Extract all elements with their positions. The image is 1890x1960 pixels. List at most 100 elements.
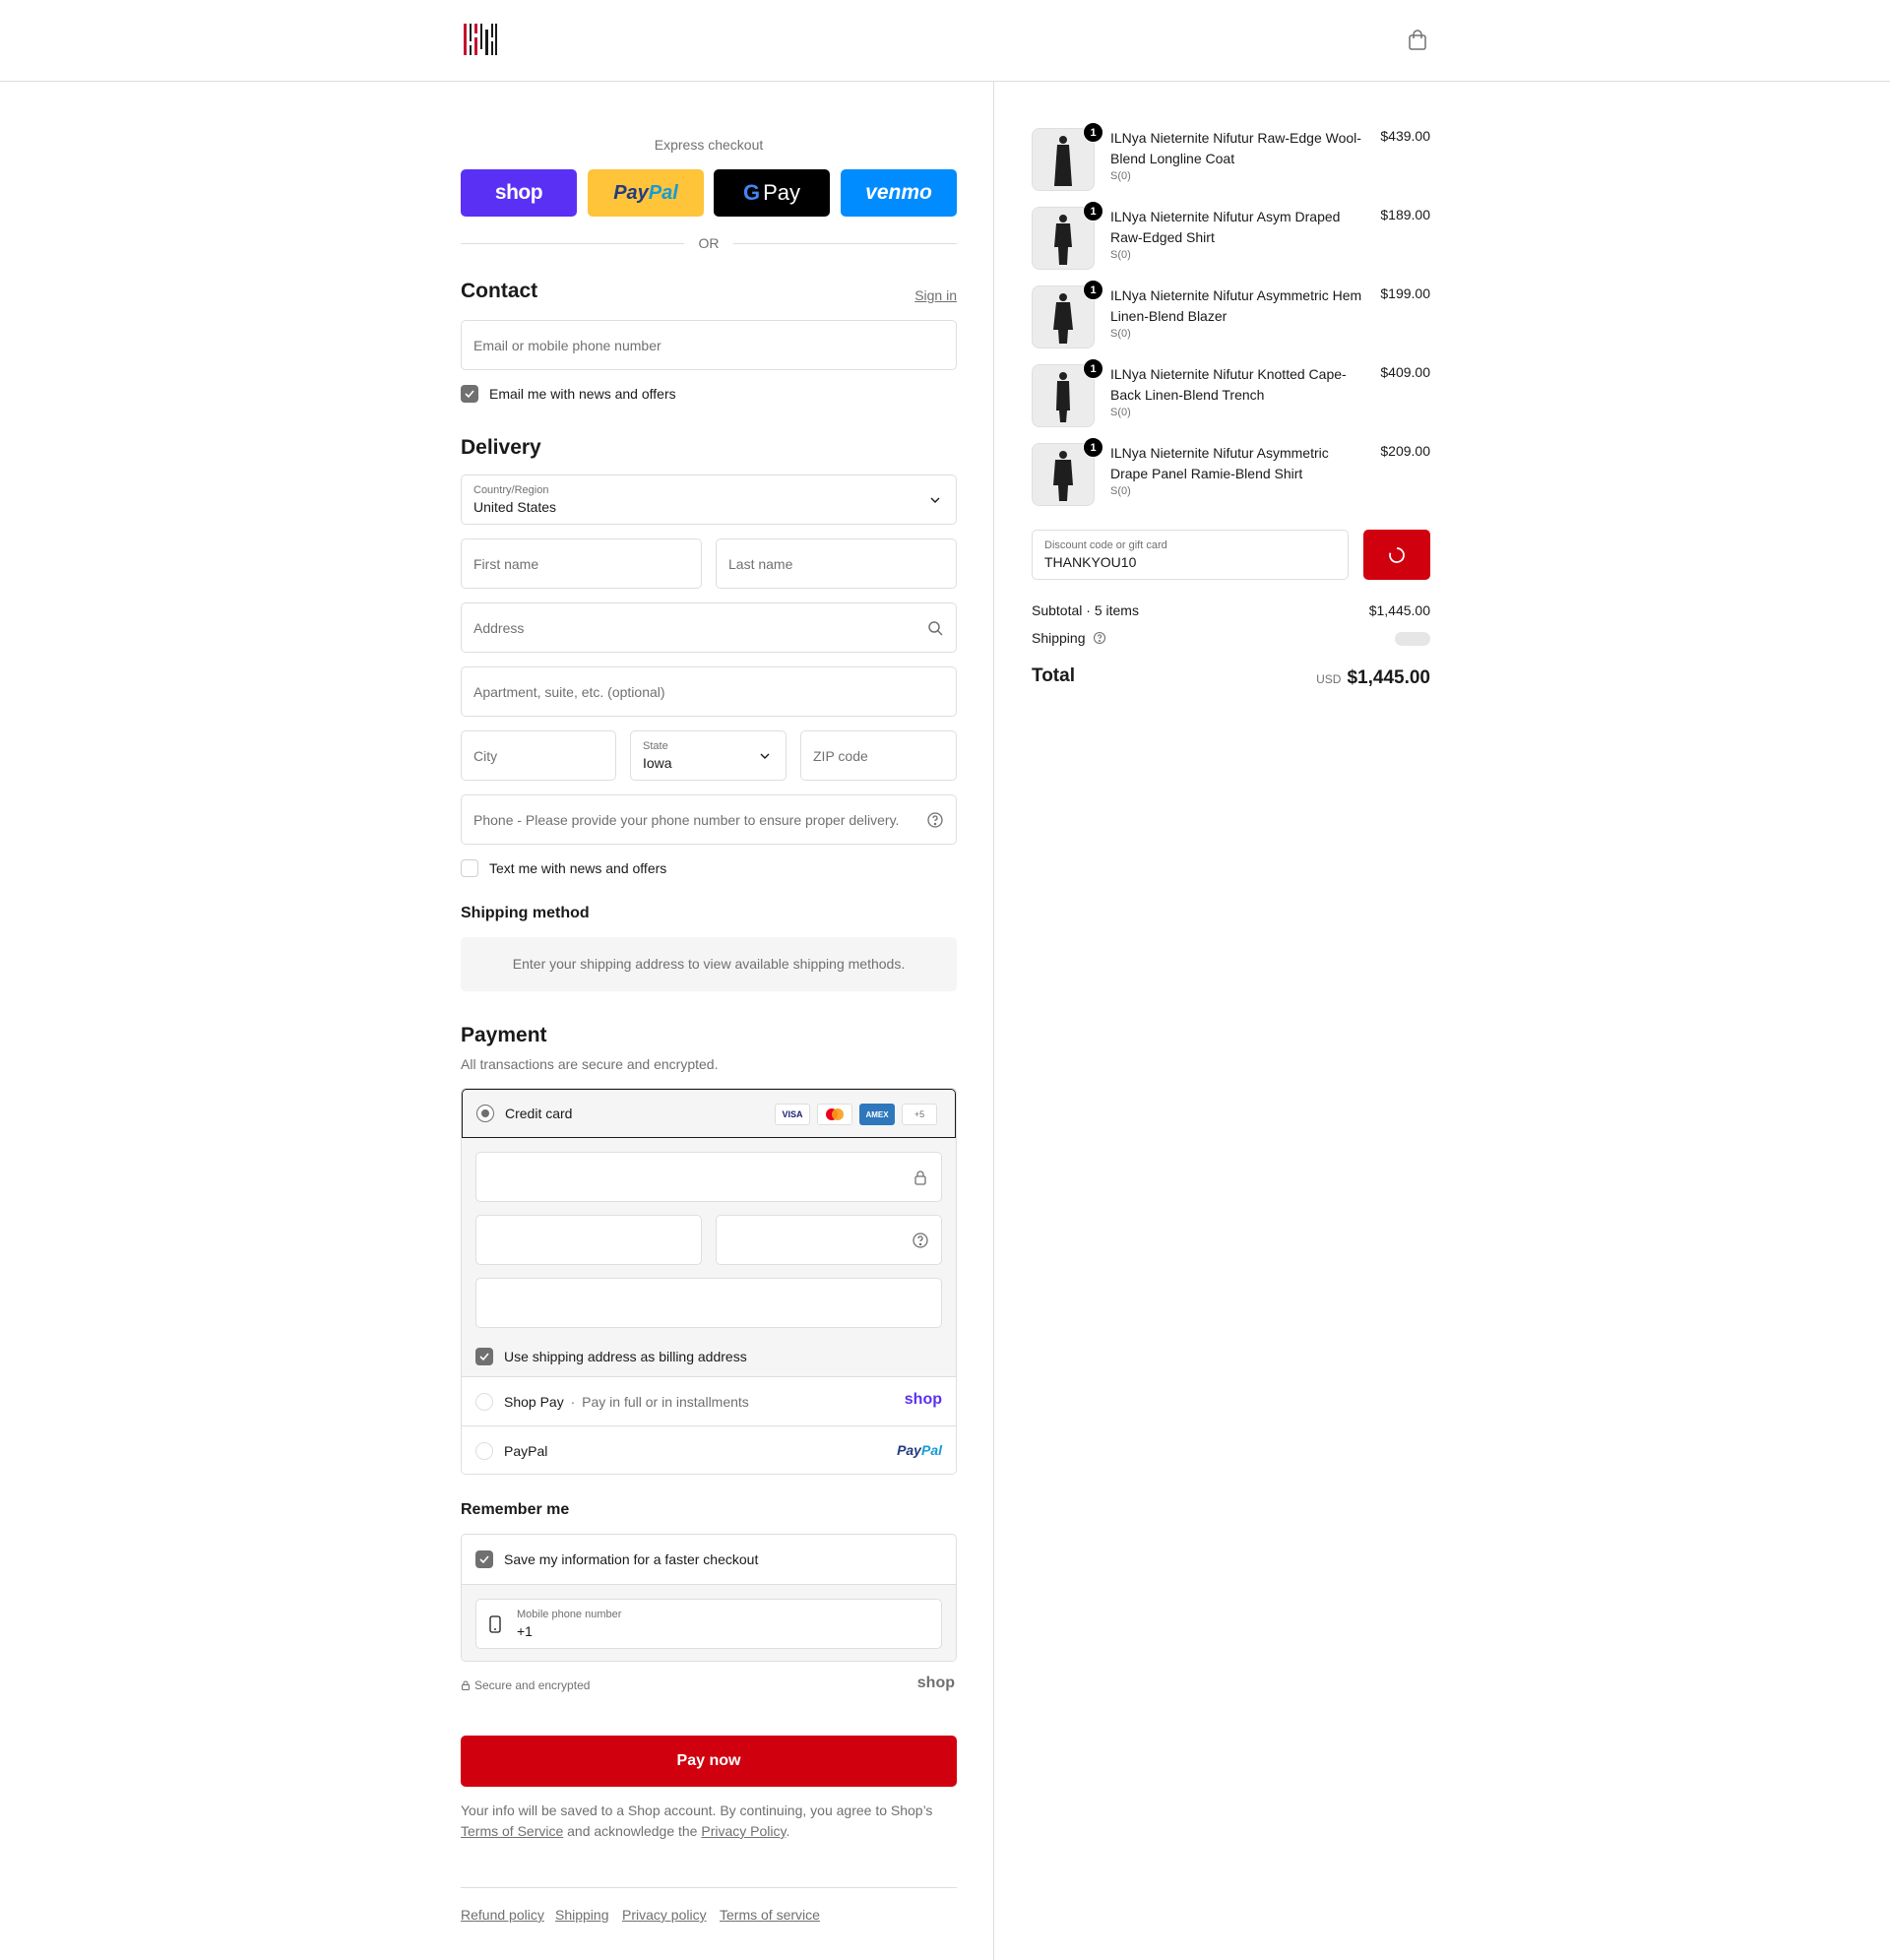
checkmark-icon	[479, 1353, 489, 1361]
last-name-placeholder: Last name	[728, 556, 793, 572]
remember-me-details: Mobile phone number +1	[462, 1584, 956, 1661]
apply-discount-button[interactable]	[1363, 530, 1430, 580]
pay-now-button[interactable]: Pay now	[461, 1736, 957, 1787]
footer-shipping[interactable]: Shipping	[555, 1907, 609, 1923]
cart-item: 1 ILNya Nieternite Nifutur Raw-Edge Wool…	[1032, 122, 1430, 193]
store-logo[interactable]	[463, 22, 498, 57]
email-news-checkbox[interactable]	[461, 385, 478, 403]
shop-terms-link[interactable]: Terms of Service	[461, 1823, 563, 1839]
state-label: State	[643, 740, 668, 752]
city-field[interactable]: City	[461, 730, 616, 781]
venmo-button[interactable]: venmo	[841, 169, 957, 217]
last-name-field[interactable]: Last name	[716, 538, 957, 589]
item-price: $209.00	[1380, 443, 1430, 459]
security-code-field[interactable]	[716, 1215, 942, 1265]
paypal-option[interactable]: PayPal PayPal	[462, 1426, 956, 1474]
delivery-heading: Delivery	[461, 436, 541, 459]
express-checkout-title: Express checkout	[654, 137, 764, 153]
sign-in-link[interactable]: Sign in	[914, 287, 957, 303]
checkmark-icon	[465, 390, 474, 399]
item-variant: S(0)	[1110, 249, 1131, 261]
paypal-logo-a: Pay	[897, 1442, 921, 1458]
discount-value: THANKYOU10	[1044, 554, 1137, 570]
help-icon[interactable]	[926, 811, 944, 829]
subtotal-row: Subtotal · 5 items $1,445.00	[1032, 602, 1430, 618]
lock-icon	[914, 1170, 926, 1185]
shop-logo: shop	[916, 1675, 955, 1691]
legal-text-a: Your info will be saved to a Shop accoun…	[461, 1802, 933, 1818]
paypal-button[interactable]: Pay Pal	[588, 169, 704, 217]
mobile-phone-field[interactable]: Mobile phone number +1	[475, 1599, 942, 1649]
billing-same-label: Use shipping address as billing address	[504, 1349, 747, 1364]
google-pay-button[interactable]: G Pay	[714, 169, 830, 217]
zip-placeholder: ZIP code	[813, 748, 868, 764]
chevron-down-icon	[930, 497, 940, 503]
subtotal-label: Subtotal · 5 items	[1032, 602, 1139, 618]
paypal-radio[interactable]	[475, 1442, 493, 1460]
footer-refund-policy[interactable]: Refund policy	[461, 1907, 544, 1923]
footer-privacy-policy[interactable]: Privacy policy	[622, 1907, 707, 1923]
help-icon[interactable]	[1093, 631, 1106, 645]
item-name: ILNya Nieternite Nifutur Asymmetric Drap…	[1110, 445, 1329, 481]
total-row: Total USD $1,445.00	[1032, 665, 1430, 695]
email-news-label: Email me with news and offers	[489, 386, 676, 402]
divider-line-right	[733, 243, 957, 244]
shopping-bag-icon[interactable]	[1408, 30, 1427, 51]
cart-item: 1 ILNya Nieternite Nifutur Asymmetric Dr…	[1032, 437, 1430, 508]
city-placeholder: City	[473, 748, 498, 764]
quantity-badge: 1	[1083, 201, 1103, 221]
cart-item: 1 ILNya Nieternite Nifutur Knotted Cape-…	[1032, 358, 1430, 429]
paypal-label-b: Pal	[648, 181, 678, 204]
first-name-placeholder: First name	[473, 556, 539, 572]
address-field[interactable]: Address	[461, 602, 957, 653]
expiration-field[interactable]	[475, 1215, 702, 1265]
country-select[interactable]: Country/Region United States	[461, 474, 957, 525]
shop-pay-option[interactable]: Shop Pay · Pay in full or in installment…	[462, 1377, 956, 1426]
email-placeholder: Email or mobile phone number	[473, 338, 662, 353]
loading-spinner-icon	[1389, 546, 1405, 563]
text-news-checkbox[interactable]	[461, 859, 478, 877]
phone-field[interactable]: Phone - Please provide your phone number…	[461, 794, 957, 845]
shipping-loading-placeholder	[1395, 632, 1430, 646]
state-select[interactable]: State Iowa	[630, 730, 787, 781]
discount-code-field[interactable]: Discount code or gift card THANKYOU10	[1032, 530, 1349, 580]
item-name: ILNya Nieternite Nifutur Knotted Cape-Ba…	[1110, 366, 1347, 403]
item-variant: S(0)	[1110, 485, 1131, 497]
shop-pay-button[interactable]: shop	[461, 169, 577, 217]
shop-pay-name: Shop Pay	[504, 1394, 564, 1410]
shop-pay-label: Shop Pay · Pay in full or in installment…	[504, 1394, 749, 1410]
or-divider: OR	[461, 233, 957, 253]
footer-terms-of-service[interactable]: Terms of service	[720, 1907, 820, 1923]
mobile-phone-icon	[489, 1615, 501, 1633]
help-icon[interactable]	[912, 1232, 929, 1249]
credit-card-option[interactable]: Credit card VISA AMEX +5	[462, 1089, 956, 1138]
first-name-field[interactable]: First name	[461, 538, 702, 589]
mobile-phone-value: +1	[517, 1623, 533, 1639]
item-name: ILNya Nieternite Nifutur Asym Draped Raw…	[1110, 209, 1341, 245]
shipping-row: Shipping	[1032, 630, 1430, 646]
shop-privacy-link[interactable]: Privacy Policy	[701, 1823, 786, 1839]
zip-field[interactable]: ZIP code	[800, 730, 957, 781]
email-field[interactable]: Email or mobile phone number	[461, 320, 957, 370]
item-price: $409.00	[1380, 364, 1430, 380]
save-info-checkbox[interactable]	[475, 1550, 493, 1568]
shop-pay-logo: shop	[904, 1391, 942, 1408]
item-price: $199.00	[1380, 285, 1430, 301]
google-g-icon: G	[742, 180, 761, 205]
country-value: United States	[473, 499, 557, 515]
apartment-placeholder: Apartment, suite, etc. (optional)	[473, 684, 665, 700]
item-variant: S(0)	[1110, 170, 1131, 182]
card-number-field[interactable]	[475, 1152, 942, 1202]
express-checkout-buttons: shop Pay Pal G Pay venmo	[461, 169, 957, 217]
cart-item: 1 ILNya Nieternite Nifutur Asymmetric He…	[1032, 280, 1430, 350]
paypal-logo: PayPal	[897, 1442, 942, 1458]
apartment-field[interactable]: Apartment, suite, etc. (optional)	[461, 666, 957, 717]
mastercard-icon	[817, 1104, 852, 1125]
credit-card-radio[interactable]	[476, 1105, 494, 1122]
legal-text-b: and acknowledge the	[567, 1823, 698, 1839]
shop-pay-radio[interactable]	[475, 1393, 493, 1411]
name-on-card-field[interactable]	[475, 1278, 942, 1328]
billing-same-checkbox[interactable]	[475, 1348, 493, 1365]
secure-encrypted-note: Secure and encrypted	[461, 1678, 590, 1692]
lock-icon	[461, 1680, 471, 1691]
